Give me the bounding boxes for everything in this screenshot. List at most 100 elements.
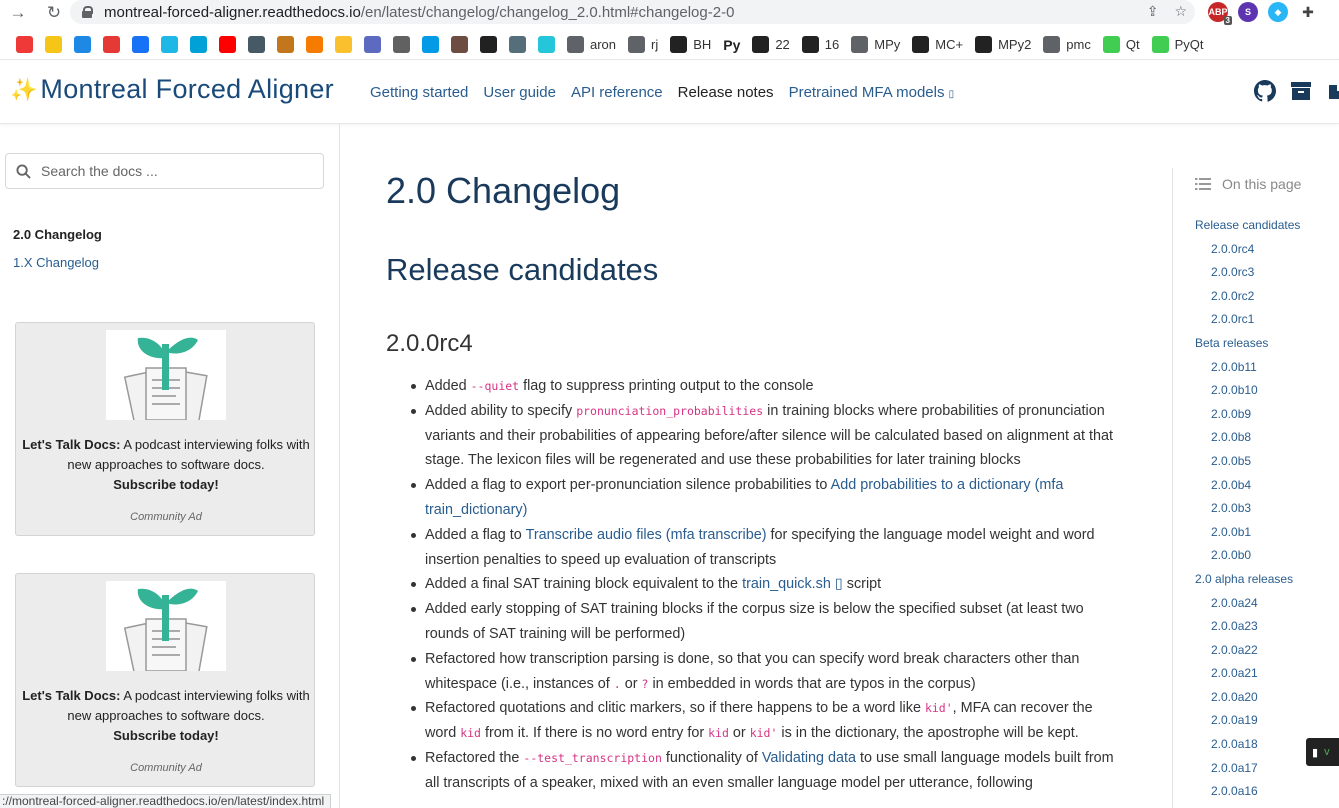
doc-link[interactable]: Validating data [762, 750, 856, 766]
sidebar-nav: 2.0 Changelog 1.X Changelog [13, 227, 102, 283]
bookmark-item[interactable]: Py [717, 31, 746, 59]
toc-item[interactable]: 2.0.0a21 [1195, 662, 1339, 686]
star-icon[interactable]: ☆ [1174, 3, 1187, 20]
inline-code: . [613, 676, 621, 691]
bookmark-item[interactable] [242, 31, 271, 59]
bookmark-item[interactable]: aron [561, 31, 622, 59]
extension-shield-icon[interactable]: ◆ [1268, 2, 1288, 22]
adblock-icon[interactable]: ABP 3 [1208, 2, 1232, 25]
doc-link[interactable]: train_quick.sh ▯ [742, 576, 843, 592]
nav-link-getting-started[interactable]: Getting started [370, 84, 468, 101]
nav-link-release-notes[interactable]: Release notes [678, 84, 774, 101]
text-run: in embedded in words that are typos in t… [648, 675, 976, 692]
toc-item[interactable]: Release candidates [1195, 214, 1339, 238]
nav-link-label: Pretrained MFA models [788, 84, 945, 101]
bookmark-label: BH [693, 37, 712, 52]
url-text: montreal-forced-aligner.readthedocs.io/e… [104, 4, 734, 21]
bookmark-item[interactable]: MC+ [906, 31, 969, 59]
search-input[interactable]: Search the docs ... [5, 153, 324, 189]
package-icon[interactable] [1325, 79, 1339, 103]
top-nav: Getting started User guide API reference Re… [370, 84, 969, 101]
bookmark-item[interactable] [126, 31, 155, 59]
extension-s-icon[interactable]: S [1238, 2, 1258, 22]
text-run: Added ability to specify [425, 402, 577, 419]
toc-item[interactable]: Beta releases [1195, 332, 1339, 356]
toc-item[interactable]: 2.0.0b1 [1195, 521, 1339, 545]
version-flyout-button[interactable]: ▮ v [1306, 738, 1339, 766]
bookmark-item[interactable] [213, 31, 242, 59]
community-ad[interactable]: Let's Talk Docs: A podcast interviewing … [15, 322, 315, 536]
bookmark-item[interactable] [97, 31, 126, 59]
doc-link[interactable]: Transcribe audio files (mfa transcribe) [526, 527, 767, 543]
toc-item[interactable]: 2.0 alpha releases [1195, 568, 1339, 592]
bookmark-item[interactable] [445, 31, 474, 59]
toc-item[interactable]: 2.0.0b4 [1195, 474, 1339, 498]
share-icon[interactable]: ⇪ [1147, 3, 1159, 20]
toc-item[interactable]: 2.0.0rc1 [1195, 308, 1339, 332]
github-icon[interactable] [1253, 79, 1277, 103]
vivaldi-icon [16, 36, 33, 53]
community-ad[interactable]: Let's Talk Docs: A podcast interviewing … [15, 573, 315, 787]
bookmark-item[interactable] [10, 31, 39, 59]
toc-item[interactable]: 2.0.0a20 [1195, 686, 1339, 710]
bookmark-item[interactable]: MPy [845, 31, 906, 59]
bookmark-item[interactable] [68, 31, 97, 59]
bookmark-item[interactable] [387, 31, 416, 59]
bookmark-item[interactable] [532, 31, 561, 59]
slash-icon [752, 36, 770, 53]
bookmark-item[interactable] [329, 31, 358, 59]
toc-item[interactable]: 2.0.0b8 [1195, 426, 1339, 450]
bookmark-item[interactable]: MPy2 [969, 31, 1037, 59]
sidebar-item-1-x-changelog[interactable]: 1.X Changelog [13, 255, 102, 270]
reload-icon[interactable]: ↻ [40, 0, 68, 26]
nav-link-label: User guide [483, 84, 556, 101]
bookmark-item[interactable] [503, 31, 532, 59]
bookmark-item[interactable]: rj [622, 31, 664, 59]
bookmark-item[interactable] [155, 31, 184, 59]
bookmark-item[interactable]: BH [664, 31, 717, 59]
toc-item[interactable]: 2.0.0rc2 [1195, 285, 1339, 309]
bookmark-item[interactable] [271, 31, 300, 59]
toc-item[interactable]: 2.0.0rc3 [1195, 261, 1339, 285]
toc-item[interactable]: 2.0.0a22 [1195, 639, 1339, 663]
brand-link[interactable]: ✨ Montreal Forced Aligner [10, 74, 334, 105]
bookmark-item[interactable] [416, 31, 445, 59]
nav-link-api-reference[interactable]: API reference [571, 84, 663, 101]
text-run: script [842, 576, 882, 593]
toc-item[interactable]: 2.0.0b9 [1195, 403, 1339, 427]
forward-icon[interactable]: → [4, 0, 32, 26]
address-bar[interactable]: montreal-forced-aligner.readthedocs.io/e… [70, 0, 1195, 24]
toc-item[interactable]: 2.0.0rc4 [1195, 238, 1339, 262]
toc-item[interactable]: 2.0.0a23 [1195, 615, 1339, 639]
bookmark-item[interactable]: PyQt [1146, 31, 1210, 59]
bookmark-item[interactable]: 22 [746, 31, 795, 59]
toc-item[interactable]: 2.0.0b10 [1195, 379, 1339, 403]
nav-link-pretrained-mfa-models[interactable]: Pretrained MFA models ▯ [789, 84, 955, 101]
toc-item[interactable]: 2.0.0a16 [1195, 780, 1339, 804]
puzzle-icon[interactable]: ✚ [1298, 2, 1318, 22]
text-run: Refactored quotations and clitic markers… [425, 700, 925, 717]
bookmark-item[interactable] [184, 31, 213, 59]
toc-item[interactable]: 2.0.0b11 [1195, 356, 1339, 380]
bookmark-item[interactable]: Qt [1097, 31, 1146, 59]
bookmark-item[interactable] [474, 31, 503, 59]
toc-item[interactable]: 2.0.0b0 [1195, 544, 1339, 568]
bookmark-label: MC+ [935, 37, 964, 52]
bookmark-item[interactable] [39, 31, 68, 59]
toc-item[interactable]: 2.0.0b5 [1195, 450, 1339, 474]
list-icon [1195, 178, 1211, 190]
trees-icon [509, 36, 526, 53]
sidebar-item-2-0-changelog[interactable]: 2.0 Changelog [13, 227, 102, 242]
toc-item[interactable]: 2.0.0b3 [1195, 497, 1339, 521]
bookmark-item[interactable]: pmc [1037, 31, 1097, 59]
slash-icon [912, 36, 930, 53]
external-link-icon: ▯ [948, 89, 955, 100]
bookmark-item[interactable] [300, 31, 329, 59]
ad-footer: Community Ad [130, 511, 202, 523]
toc-item[interactable]: 2.0.0a24 [1195, 592, 1339, 616]
nav-link-user-guide[interactable]: User guide [483, 84, 556, 101]
toc-item[interactable]: 2.0.0a19 [1195, 709, 1339, 733]
bookmark-item[interactable]: 16 [796, 31, 845, 59]
archive-icon[interactable] [1289, 79, 1313, 103]
bookmark-item[interactable] [358, 31, 387, 59]
